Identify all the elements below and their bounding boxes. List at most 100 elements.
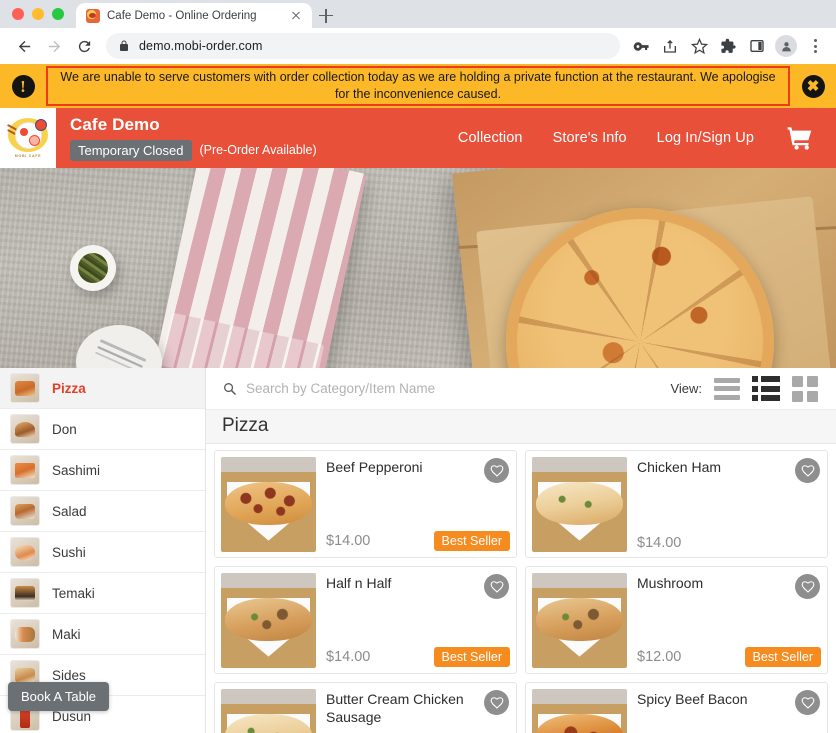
item-card-half-n-half[interactable]: Half n Half $14.00 Best Seller <box>214 566 517 674</box>
side-panel-icon[interactable] <box>744 33 770 59</box>
nav-item-collection[interactable]: Collection <box>458 130 523 146</box>
category-title-bar: Pizza <box>206 410 836 444</box>
category-thumb-sushi <box>10 537 40 567</box>
sidebar-item-maki[interactable]: Maki <box>0 614 205 655</box>
reload-button[interactable] <box>70 32 98 60</box>
browser-tab[interactable]: Cafe Demo - Online Ordering <box>76 3 312 28</box>
sidebar-item-label: Sides <box>52 667 86 683</box>
brand-status-row: Temporary Closed (Pre-Order Available) <box>70 139 317 161</box>
heart-icon[interactable] <box>795 574 820 599</box>
sidebar-item-temaki[interactable]: Temaki <box>0 573 205 614</box>
item-price: $14.00 <box>637 535 682 551</box>
nav-item-stores-info[interactable]: Store's Info <box>553 130 627 146</box>
maximize-window-button[interactable] <box>52 8 64 20</box>
item-footer: $14.00 Best Seller <box>326 531 510 551</box>
view-toggle-group <box>714 375 818 402</box>
heart-icon[interactable] <box>484 458 509 483</box>
address-bar[interactable]: demo.mobi-order.com <box>106 33 620 59</box>
profile-avatar-icon[interactable] <box>773 33 799 59</box>
logo-circle-icon <box>7 118 48 152</box>
tab-close-icon[interactable] <box>288 8 304 24</box>
minimize-window-button[interactable] <box>32 8 44 20</box>
new-tab-button[interactable] <box>312 3 340 28</box>
heart-icon[interactable] <box>795 458 820 483</box>
search-toolbar: Search by Category/Item Name View: <box>206 368 836 410</box>
item-name: Chicken Ham <box>637 459 722 475</box>
page-title: Pizza <box>222 415 269 436</box>
brand-block: Cafe Demo Temporary Closed (Pre-Order Av… <box>56 108 317 168</box>
item-details: Butter Cream Chicken Sausage <box>316 689 510 733</box>
item-details: Beef Pepperoni $14.00 Best Seller <box>316 457 510 551</box>
list-view-icon[interactable] <box>714 377 740 400</box>
alert-message-box: We are unable to serve customers with or… <box>46 66 790 106</box>
plus-icon <box>319 8 333 23</box>
sidebar-item-salad[interactable]: Salad <box>0 491 205 532</box>
sidebar-item-label: Sashimi <box>52 462 101 478</box>
search-icon <box>224 383 236 395</box>
page-body: Pizza Don Sashimi Salad Sushi Temaki Mak… <box>0 368 836 733</box>
close-window-button[interactable] <box>12 8 24 20</box>
logo-badge-icon <box>35 119 47 131</box>
site-alert-banner: ! We are unable to serve customers with … <box>0 64 836 108</box>
book-a-table-button[interactable]: Book A Table <box>8 682 109 711</box>
item-price: $14.00 <box>326 533 371 549</box>
menu-dots <box>805 39 825 53</box>
heart-icon[interactable] <box>484 690 509 715</box>
share-icon[interactable] <box>657 33 683 59</box>
item-name: Spicy Beef Bacon <box>637 691 748 707</box>
item-name: Butter Cream Chicken Sausage <box>326 691 464 725</box>
view-toggle-label: View: <box>670 381 702 396</box>
best-seller-badge: Best Seller <box>744 647 821 667</box>
grid-view-icon[interactable] <box>792 375 818 402</box>
alert-message: We are unable to serve customers with or… <box>60 69 776 101</box>
detail-list-view-icon[interactable] <box>752 376 780 401</box>
site-logo[interactable]: MOBI CAFE <box>0 108 56 168</box>
extensions-puzzle-icon[interactable] <box>715 33 741 59</box>
sidebar-item-pizza[interactable]: Pizza <box>0 368 205 409</box>
item-image <box>532 689 627 733</box>
search-input[interactable]: Search by Category/Item Name <box>222 381 660 396</box>
three-dot-menu-icon[interactable] <box>802 33 828 59</box>
bookmark-star-icon[interactable] <box>686 33 712 59</box>
item-details: Chicken Ham $14.00 <box>627 457 821 551</box>
heart-icon[interactable] <box>795 690 820 715</box>
brand-name: Cafe Demo <box>70 115 160 134</box>
item-card-chicken-ham[interactable]: Chicken Ham $14.00 <box>525 450 828 558</box>
sidebar-item-don[interactable]: Don <box>0 409 205 450</box>
item-price: $12.00 <box>637 649 682 665</box>
item-grid: Beef Pepperoni $14.00 Best Seller Chicke… <box>214 450 828 733</box>
back-button[interactable] <box>10 32 38 60</box>
item-card-mushroom[interactable]: Mushroom $12.00 Best Seller <box>525 566 828 674</box>
catalog-content: Search by Category/Item Name View: Pizza <box>206 368 836 733</box>
forward-button[interactable] <box>40 32 68 60</box>
alert-close-wrap[interactable]: ✖ <box>796 74 830 98</box>
item-card-beef-pepperoni[interactable]: Beef Pepperoni $14.00 Best Seller <box>214 450 517 558</box>
heart-icon[interactable] <box>484 574 509 599</box>
sidebar-item-label: Salad <box>52 503 87 519</box>
key-icon[interactable] <box>628 33 654 59</box>
sidebar-item-label: Sushi <box>52 544 86 560</box>
shopping-cart-icon[interactable] <box>784 124 818 152</box>
close-icon[interactable]: ✖ <box>801 74 825 98</box>
logo-art: MOBI CAFE <box>3 111 53 165</box>
best-seller-badge: Best Seller <box>433 531 510 551</box>
cafe-favicon-icon <box>86 8 100 23</box>
category-thumb-sashimi <box>10 455 40 485</box>
item-list-scroll[interactable]: Beef Pepperoni $14.00 Best Seller Chicke… <box>206 444 836 733</box>
item-image <box>221 573 316 668</box>
item-card-butter-cream-chicken-sausage[interactable]: Butter Cream Chicken Sausage <box>214 682 517 733</box>
item-card-spicy-beef-bacon[interactable]: Spicy Beef Bacon <box>525 682 828 733</box>
nav-item-login-signup[interactable]: Log In/Sign Up <box>657 130 754 146</box>
avatar <box>775 35 797 57</box>
sidebar-item-sushi[interactable]: Sushi <box>0 532 205 573</box>
alert-warning-icon-wrap: ! <box>6 74 40 98</box>
search-placeholder: Search by Category/Item Name <box>246 381 436 396</box>
category-thumb-pizza <box>10 373 40 403</box>
sidebar-item-label: Don <box>52 421 77 437</box>
sidebar-item-label: Temaki <box>52 585 95 601</box>
category-thumb-don <box>10 414 40 444</box>
hero-banner <box>0 168 836 368</box>
cutlery-icon <box>99 338 147 363</box>
sidebar-item-sashimi[interactable]: Sashimi <box>0 450 205 491</box>
category-thumb-salad <box>10 496 40 526</box>
